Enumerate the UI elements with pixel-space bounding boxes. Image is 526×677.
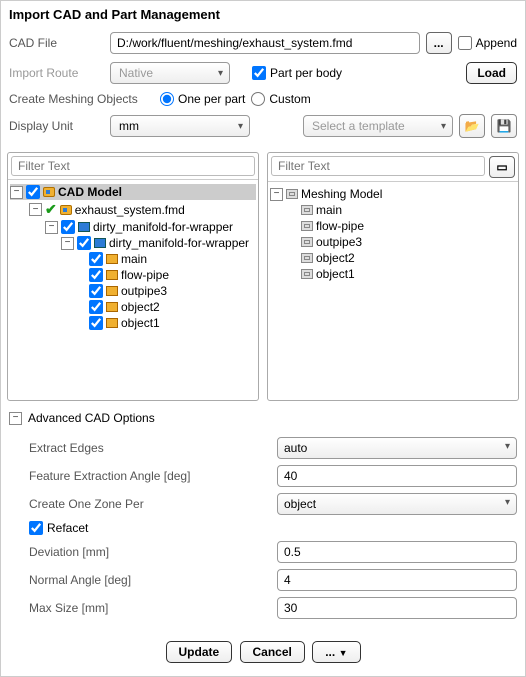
folder-open-icon: 📂 <box>465 119 480 133</box>
expand-all-button[interactable]: ▭ <box>489 156 515 178</box>
feature-angle-input[interactable] <box>277 465 517 487</box>
advanced-title: Advanced CAD Options <box>28 411 155 425</box>
append-checkbox[interactable]: Append <box>458 36 517 50</box>
collapse-icon[interactable]: − <box>270 188 283 201</box>
deviation-input[interactable] <box>277 541 517 563</box>
normal-angle-input[interactable] <box>277 569 517 591</box>
tree-body[interactable]: outpipe3 <box>10 283 256 299</box>
save-icon: 💾 <box>497 119 512 133</box>
normal-angle-label: Normal Angle [deg] <box>29 573 269 587</box>
mesh-icon <box>301 221 313 231</box>
cancel-button[interactable]: Cancel <box>240 641 305 663</box>
mesh-model-icon <box>286 189 298 199</box>
create-zone-label: Create One Zone Per <box>29 497 269 511</box>
meshing-tree[interactable]: − Meshing Model main flow-pipe outpipe3 … <box>268 182 518 400</box>
display-unit-label: Display Unit <box>9 119 104 133</box>
custom-radio[interactable]: Custom <box>251 92 310 106</box>
tree-mesh-item[interactable]: main <box>270 202 516 218</box>
assembly-icon <box>43 187 55 197</box>
tree-body[interactable]: object1 <box>10 315 256 331</box>
body-icon <box>106 302 118 312</box>
extract-edges-label: Extract Edges <box>29 441 269 455</box>
append-label: Append <box>476 36 517 50</box>
browse-button[interactable]: ... <box>426 32 452 54</box>
body-icon <box>106 254 118 264</box>
create-meshing-label: Create Meshing Objects <box>9 92 154 106</box>
meshing-tree-pane: ▭ − Meshing Model main flow-pipe outpipe… <box>267 152 519 401</box>
tree-mesh-item[interactable]: object1 <box>270 266 516 282</box>
collapse-icon[interactable]: − <box>10 186 23 199</box>
refacet-checkbox[interactable]: Refacet <box>29 521 88 535</box>
save-template-button[interactable]: 💾 <box>491 114 517 138</box>
create-zone-select[interactable]: object <box>277 493 517 515</box>
import-route-label: Import Route <box>9 66 104 80</box>
cad-filter-input[interactable] <box>11 156 255 176</box>
tree-assembly[interactable]: − dirty_manifold-for-wrapper <box>10 235 256 251</box>
feature-angle-label: Feature Extraction Angle [deg] <box>29 469 269 483</box>
assembly-icon <box>60 205 72 215</box>
tree-body[interactable]: flow-pipe <box>10 267 256 283</box>
display-unit-select[interactable]: mm <box>110 115 250 137</box>
cad-tree-pane: − CAD Model − ✔ exhaust_system.fmd − dir… <box>7 152 259 401</box>
collapse-icon[interactable]: − <box>61 237 74 250</box>
collapse-icon[interactable]: − <box>29 203 42 216</box>
cad-file-input[interactable] <box>110 32 420 54</box>
collapse-icon[interactable]: − <box>45 221 58 234</box>
cad-file-label: CAD File <box>9 36 104 50</box>
component-icon <box>78 222 90 232</box>
mesh-icon <box>301 269 313 279</box>
tree-root-cad[interactable]: − CAD Model <box>10 184 256 200</box>
tree-file[interactable]: − ✔ exhaust_system.fmd <box>10 200 256 219</box>
tree-mesh-item[interactable]: object2 <box>270 250 516 266</box>
max-size-input[interactable] <box>277 597 517 619</box>
one-per-part-radio[interactable]: One per part <box>160 92 245 106</box>
mesh-icon <box>301 253 313 263</box>
tree-mesh-item[interactable]: outpipe3 <box>270 234 516 250</box>
more-button[interactable]: ... ▼ <box>312 641 360 663</box>
tree-assembly[interactable]: − dirty_manifold-for-wrapper <box>10 219 256 235</box>
mesh-filter-input[interactable] <box>271 156 485 176</box>
component-icon <box>94 238 106 248</box>
body-icon <box>106 286 118 296</box>
expand-icon: ▭ <box>496 160 507 174</box>
collapse-icon[interactable]: − <box>9 412 22 425</box>
deviation-label: Deviation [mm] <box>29 545 269 559</box>
check-icon: ✔ <box>45 201 57 218</box>
chevron-down-icon: ▼ <box>339 648 348 658</box>
part-per-body-checkbox[interactable]: Part per body <box>252 66 342 80</box>
import-route-select[interactable]: Native <box>110 62 230 84</box>
extract-edges-select[interactable]: auto <box>277 437 517 459</box>
tree-body[interactable]: object2 <box>10 299 256 315</box>
template-select[interactable]: Select a template <box>303 115 453 137</box>
body-icon <box>106 318 118 328</box>
load-button[interactable]: Load <box>466 62 517 84</box>
tree-mesh-item[interactable]: flow-pipe <box>270 218 516 234</box>
update-button[interactable]: Update <box>166 641 233 663</box>
tree-body[interactable]: main <box>10 251 256 267</box>
open-template-button[interactable]: 📂 <box>459 114 485 138</box>
dialog-title: Import CAD and Part Management <box>1 1 525 28</box>
mesh-icon <box>301 237 313 247</box>
mesh-icon <box>301 205 313 215</box>
tree-root-mesh[interactable]: − Meshing Model <box>270 186 516 202</box>
cad-tree[interactable]: − CAD Model − ✔ exhaust_system.fmd − dir… <box>8 180 258 398</box>
body-icon <box>106 270 118 280</box>
max-size-label: Max Size [mm] <box>29 601 269 615</box>
